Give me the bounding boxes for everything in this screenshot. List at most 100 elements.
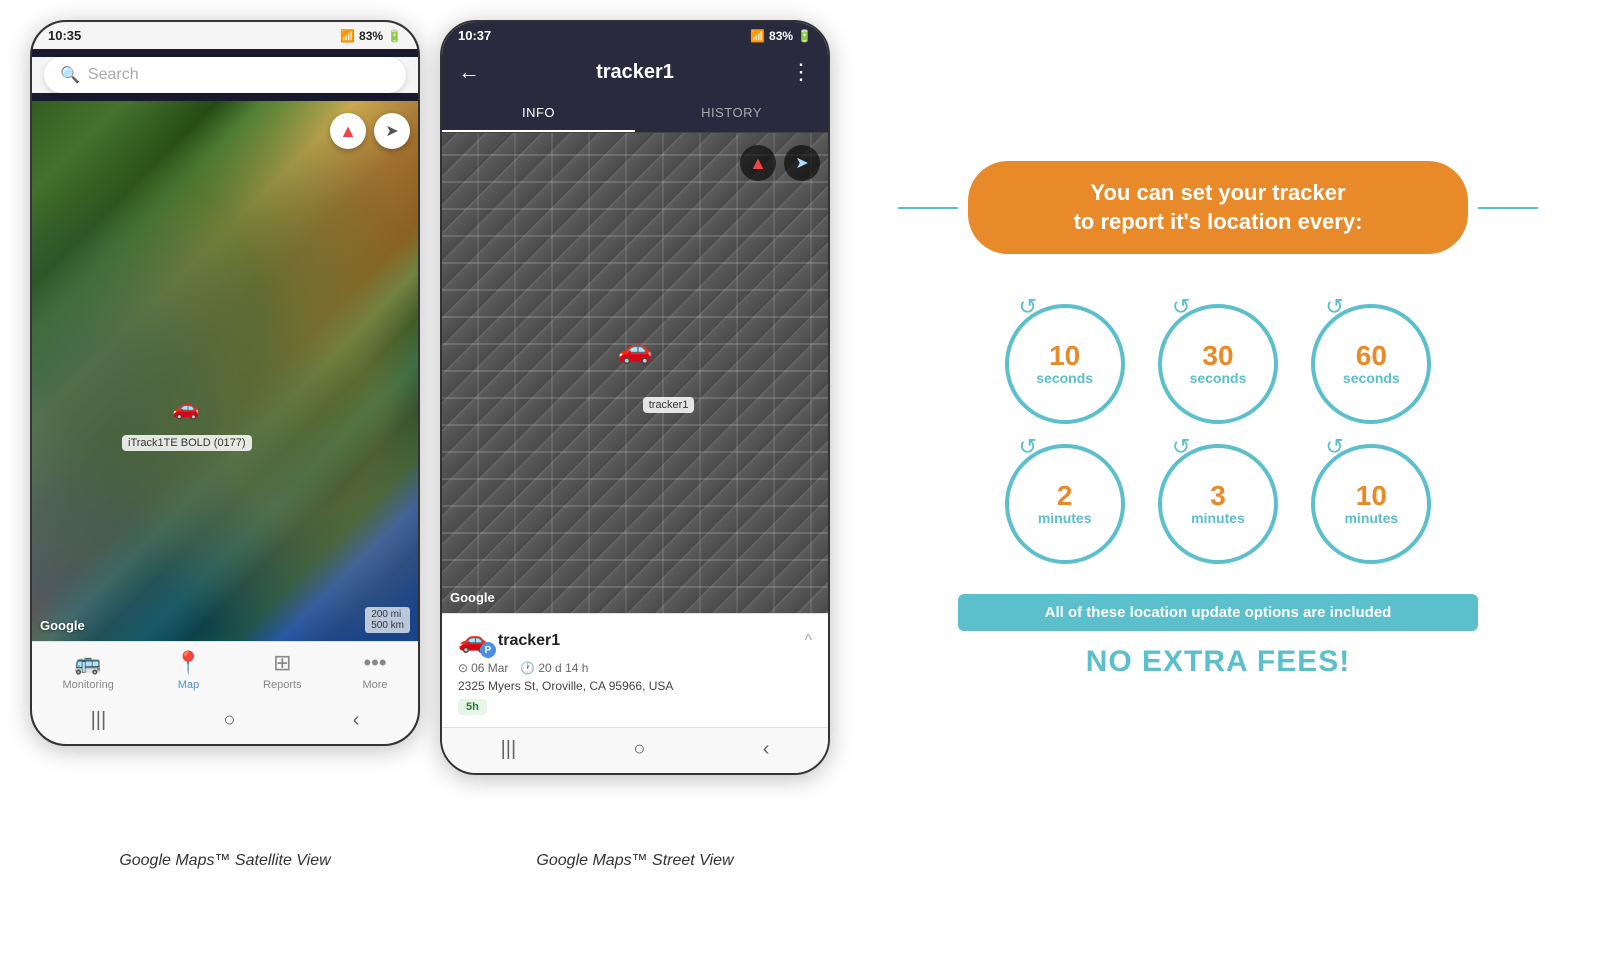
nav-monitoring[interactable]: 🚌 Monitoring	[62, 650, 113, 691]
interval-30sec-unit: seconds	[1190, 370, 1247, 387]
clock-icon: 🕐	[520, 661, 535, 675]
phone2-android-home-btn[interactable]: ○	[633, 738, 645, 761]
tracker-card: You can set your tracker to report it's …	[958, 161, 1478, 679]
tracker-card-title: You can set your tracker to report it's …	[968, 161, 1468, 254]
google-label: Google	[40, 618, 85, 633]
interval-3min-number: 3	[1210, 482, 1226, 510]
nav-monitoring-label: Monitoring	[62, 679, 113, 691]
map2-compass-icon: ▲	[749, 153, 767, 174]
tracker2-pin: 🚗	[618, 333, 653, 366]
interval-10min: 10 minutes	[1311, 444, 1431, 564]
map2-navigate-icon: ➤	[795, 153, 808, 173]
android-nav-bar: ||| ○ ‹	[32, 699, 418, 744]
info-tag: 5h	[458, 699, 487, 715]
nav-bar: 🚌 Monitoring 📍 Map ⊞ Reports ••• More	[32, 641, 418, 699]
compass-button[interactable]: ▲	[330, 113, 366, 149]
phone2-header: ← tracker1 ⋮	[442, 49, 828, 95]
meta-duration: 🕐 20 d 14 h	[520, 661, 588, 675]
navigate-button[interactable]: ➤	[374, 113, 410, 149]
phone1-battery: 83%	[359, 29, 383, 43]
title-line2: to report it's location every:	[992, 208, 1444, 237]
map2-compass-button[interactable]: ▲	[740, 145, 776, 181]
calendar-icon: ⊙	[458, 661, 468, 675]
satellite-map[interactable]: ▲ ➤ 🚗 iTrack1TE BOLD (0177) Google 200 m…	[32, 101, 418, 641]
search-bar[interactable]: 🔍 Search	[44, 57, 406, 93]
tab-history[interactable]: HISTORY	[635, 95, 828, 132]
nav-map-label: Map	[178, 679, 199, 691]
phone2-android-bar: ||| ○ ‹	[442, 727, 828, 773]
interval-60sec-number: 60	[1356, 342, 1387, 370]
tab-info[interactable]: INFO	[442, 95, 635, 132]
android-back-btn[interactable]: ‹	[353, 709, 360, 732]
android-menu-btn[interactable]: |||	[91, 709, 107, 732]
tracker-info-name: tracker1	[498, 632, 560, 650]
phone2-tabs: INFO HISTORY	[442, 95, 828, 133]
info-panel: 🚗 P tracker1 ^ ⊙ 06 Mar 🕐 20 d 14 h 2325…	[442, 613, 828, 727]
interval-3min-unit: minutes	[1191, 510, 1245, 527]
nav-reports[interactable]: ⊞ Reports	[263, 650, 302, 691]
interval-10min-unit: minutes	[1344, 510, 1398, 527]
interval-2min: 2 minutes	[1005, 444, 1125, 564]
phone1-time: 10:35	[48, 28, 81, 43]
parking-badge: P	[480, 642, 496, 658]
interval-10min-number: 10	[1356, 482, 1387, 510]
interval-30sec-number: 30	[1202, 342, 1233, 370]
title-line1: You can set your tracker	[992, 179, 1444, 208]
android-home-btn[interactable]: ○	[223, 709, 235, 732]
tracker-title: tracker1	[596, 61, 674, 84]
tracker-pin: 🚗	[172, 395, 199, 421]
nav-more[interactable]: ••• More	[362, 650, 387, 691]
info-address: 2325 Myers St, Oroville, CA 95966, USA	[458, 679, 812, 693]
parking-lot-overlay	[442, 133, 828, 613]
interval-2min-number: 2	[1057, 482, 1073, 510]
nav-reports-label: Reports	[263, 679, 302, 691]
interval-10sec: 10 seconds	[1005, 304, 1125, 424]
caption-phone2: Google Maps™ Street View	[440, 852, 830, 870]
phone2-status-bar: 10:37 📶 83% 🔋	[442, 22, 828, 49]
phone2-battery-icon: 🔋	[797, 29, 812, 43]
phone2-android-menu-btn[interactable]: |||	[501, 738, 517, 761]
search-icon: 🔍	[60, 65, 80, 85]
search-input-label[interactable]: Search	[88, 66, 139, 84]
phone2-time: 10:37	[458, 28, 491, 43]
nav-map[interactable]: 📍 Map	[175, 650, 202, 691]
interval-30sec: 30 seconds	[1158, 304, 1278, 424]
caption-phone1: Google Maps™ Satellite View	[30, 852, 420, 870]
monitoring-icon: 🚌	[74, 650, 101, 676]
back-button[interactable]: ←	[458, 59, 480, 85]
tracker2-label: tracker1	[643, 397, 695, 413]
interval-10sec-unit: seconds	[1036, 370, 1093, 387]
phone1-status-bar: 10:35 📶 83% 🔋	[32, 22, 418, 49]
tracker-label: iTrack1TE BOLD (0177)	[122, 435, 252, 451]
menu-button[interactable]: ⋮	[790, 59, 812, 85]
phone1-signal-icon: 📶	[340, 29, 355, 43]
tracker-info-panel: You can set your tracker to report it's …	[850, 20, 1586, 820]
navigate-icon: ➤	[385, 121, 398, 141]
phone1-mockup: 10:35 📶 83% 🔋 🔍 Search ▲ ➤ 🚗	[30, 20, 420, 746]
map-icon: 📍	[175, 650, 202, 676]
captions-row: Google Maps™ Satellite View Google Maps™…	[0, 840, 1616, 882]
interval-10sec-number: 10	[1049, 342, 1080, 370]
map2-navigate-button[interactable]: ➤	[784, 145, 820, 181]
map-scale: 200 mi500 km	[365, 607, 410, 633]
no-extra-fees-label: NO EXTRA FEES!	[958, 645, 1478, 679]
tracker-map[interactable]: ▲ ➤ 🚗 tracker1 Google	[442, 133, 828, 613]
tracker-icon-wrapper: 🚗 P	[458, 626, 488, 655]
phone2-battery: 83%	[769, 29, 793, 43]
nav-more-label: More	[362, 679, 387, 691]
interval-60sec: 60 seconds	[1311, 304, 1431, 424]
info-meta: ⊙ 06 Mar 🕐 20 d 14 h	[458, 661, 812, 675]
phone2-mockup: 10:37 📶 83% 🔋 ← tracker1 ⋮ INFO HISTORY …	[440, 20, 830, 775]
no-fees-banner: All of these location update options are…	[958, 594, 1478, 631]
interval-60sec-unit: seconds	[1343, 370, 1400, 387]
interval-3min: 3 minutes	[1158, 444, 1278, 564]
phone2-signal-icon: 📶	[750, 29, 765, 43]
compass-icon: ▲	[339, 121, 357, 142]
map-overlay	[32, 101, 418, 641]
intervals-grid: 10 seconds 30 seconds 60 seconds 2 minut…	[1003, 304, 1433, 564]
info-scroll-indicator: ^	[804, 632, 812, 650]
meta-date: ⊙ 06 Mar	[458, 661, 508, 675]
more-icon: •••	[363, 650, 386, 676]
phone2-android-back-btn[interactable]: ‹	[763, 738, 770, 761]
google2-label: Google	[450, 590, 495, 605]
